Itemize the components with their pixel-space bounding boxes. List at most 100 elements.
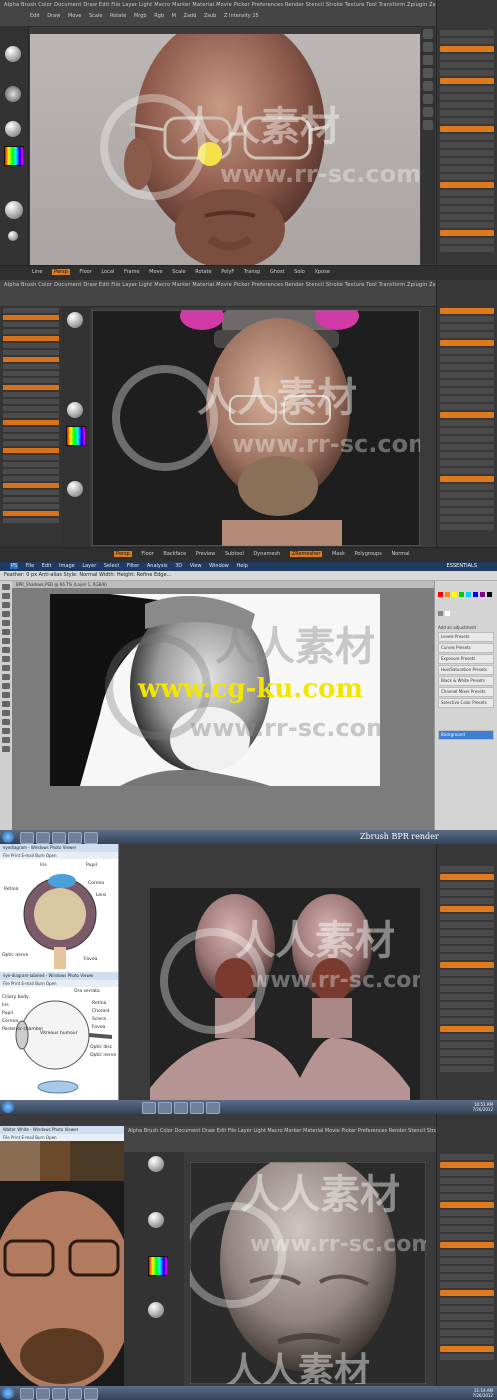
zbrush-viewport[interactable]: 人人素材 www.rr-sc.com	[92, 310, 420, 546]
z-intensity-slider[interactable]: Z Intensity 25	[224, 13, 259, 19]
material-sphere-icon[interactable]	[67, 481, 83, 497]
taskbar-app-icon[interactable]	[52, 1388, 66, 1400]
preview-button[interactable]: Preview	[196, 551, 215, 557]
shape-tool-icon[interactable]	[2, 728, 10, 734]
move-tool-icon[interactable]	[2, 584, 10, 590]
workspace-label[interactable]: ESSENTIALS	[447, 563, 477, 569]
photoshop-canvas[interactable]: 人人素材 www.cg-ku.com www.rr-sc.com	[50, 594, 380, 786]
taskbar-app-icon[interactable]	[84, 1388, 98, 1400]
options-text[interactable]: Feather: 0 px Anti-alias Style: Normal W…	[4, 572, 171, 578]
adjustment-preset[interactable]: Exposure Presets	[438, 654, 494, 664]
brush-icon[interactable]	[67, 312, 83, 328]
floor-button[interactable]: Floor	[79, 269, 91, 275]
rotate-view-button[interactable]: Rotate	[195, 269, 211, 275]
zsub-button[interactable]: Zsub	[204, 13, 216, 19]
line-button[interactable]: Line	[32, 269, 42, 275]
persp-button[interactable]: Persp	[114, 551, 132, 557]
taskbar-app-icon[interactable]	[174, 1102, 188, 1114]
menu-analysis[interactable]: Analysis	[147, 563, 168, 569]
draw-button[interactable]: Draw	[47, 13, 60, 19]
zremesher-button[interactable]: ZRemesher	[289, 551, 323, 557]
mrgb-button[interactable]: Mrgb	[134, 13, 147, 19]
move-button[interactable]: Move	[68, 13, 81, 19]
menu-window[interactable]: Window	[209, 563, 229, 569]
menu-help[interactable]: Help	[236, 563, 247, 569]
document-tab[interactable]: BPR_Shadows.PSD @ 66.7% (Layer 1, RGB/8)	[12, 581, 435, 588]
dynamesh-button[interactable]: Dynamesh	[253, 551, 280, 557]
viewer-title[interactable]: eye-diagram-labeled - Windows Photo View…	[0, 972, 118, 980]
menu-edit[interactable]: Edit	[42, 563, 52, 569]
menu-file[interactable]: File	[26, 563, 34, 569]
adjustment-preset[interactable]: Channel Mixer Presets	[438, 687, 494, 697]
color-picker-icon[interactable]	[4, 146, 24, 166]
material-icon[interactable]	[148, 1212, 164, 1228]
xpose-button[interactable]: Xpose	[314, 269, 329, 275]
adjustment-preset[interactable]: Levels Presets	[438, 632, 494, 642]
adjustment-preset[interactable]: Hue/Saturation Presets	[438, 665, 494, 675]
zbrush-menu-bar[interactable]: Alpha Brush Color Document Draw Edit Fil…	[4, 2, 448, 8]
persp-button[interactable]: Persp	[52, 269, 70, 275]
taskbar-app-icon[interactable]	[36, 832, 50, 844]
taskbar-app-icon[interactable]	[68, 832, 82, 844]
transp-button[interactable]: Transp	[244, 269, 260, 275]
menu-view[interactable]: View	[190, 563, 202, 569]
type-tool-icon[interactable]	[2, 710, 10, 716]
material-sphere-icon[interactable]	[8, 231, 18, 241]
brush-icon[interactable]	[5, 46, 21, 62]
stroke-icon[interactable]	[5, 86, 21, 102]
menu-3d[interactable]: 3D	[175, 563, 182, 569]
rotate-button[interactable]: Rotate	[110, 13, 126, 19]
viewer-menu[interactable]: File Print E-mail Burn Open	[0, 1134, 124, 1141]
polyf-button[interactable]: PolyF	[221, 269, 234, 275]
layer-row-background[interactable]: Background	[438, 730, 494, 740]
ghost-button[interactable]: Ghost	[270, 269, 285, 275]
stamp-tool-icon[interactable]	[2, 656, 10, 662]
adjustment-preset[interactable]: Curves Presets	[438, 643, 494, 653]
lasso-tool-icon[interactable]	[2, 602, 10, 608]
floor-button[interactable]: Floor	[141, 551, 153, 557]
gradient-tool-icon[interactable]	[2, 683, 10, 689]
move-view-button[interactable]: Move	[149, 269, 162, 275]
scale-button[interactable]: Scale	[89, 13, 102, 19]
taskbar-app-icon[interactable]	[142, 1102, 156, 1114]
taskbar-app-icon[interactable]	[206, 1102, 220, 1114]
m-button[interactable]: M	[172, 13, 176, 19]
material-sphere-icon[interactable]	[148, 1302, 164, 1318]
taskbar-clock[interactable]: 11:14 AM 7/26/2012	[472, 1388, 493, 1398]
solo-button[interactable]: Solo	[294, 269, 305, 275]
edit-button[interactable]: Edit	[30, 13, 40, 19]
pen-tool-icon[interactable]	[2, 701, 10, 707]
marquee-tool-icon[interactable]	[2, 593, 10, 599]
eraser-tool-icon[interactable]	[2, 674, 10, 680]
mask-button[interactable]: Mask	[332, 551, 345, 557]
menu-image[interactable]: Image	[59, 563, 75, 569]
menu-layer[interactable]: Layer	[82, 563, 96, 569]
dodge-tool-icon[interactable]	[2, 692, 10, 698]
start-button-icon[interactable]	[2, 1387, 14, 1399]
rgb-button[interactable]: Rgb	[154, 13, 164, 19]
brush-tool-icon[interactable]	[2, 647, 10, 653]
taskbar-app-icon[interactable]	[158, 1102, 172, 1114]
history-tool-icon[interactable]	[2, 665, 10, 671]
path-tool-icon[interactable]	[2, 719, 10, 725]
backface-button[interactable]: Backface	[163, 551, 186, 557]
zadd-button[interactable]: Zadd	[184, 13, 197, 19]
taskbar-app-icon[interactable]	[52, 832, 66, 844]
material-sphere-icon[interactable]	[5, 201, 23, 219]
material-icon[interactable]	[67, 402, 83, 418]
taskbar-app-icon[interactable]	[20, 1388, 34, 1400]
viewer-menu[interactable]: File Print E-mail Burn Open	[0, 852, 118, 859]
zbrush-viewport[interactable]: 人人素材 www.rr-sc.com	[30, 34, 420, 266]
start-button-icon[interactable]	[2, 831, 14, 843]
local-button[interactable]: Local	[101, 269, 114, 275]
normal-button[interactable]: Normal	[391, 551, 409, 557]
taskbar-app-icon[interactable]	[20, 832, 34, 844]
taskbar-app-icon[interactable]	[36, 1388, 50, 1400]
viewer-title[interactable]: Walter White - Windows Photo Viewer	[0, 1126, 124, 1134]
viewer-menu[interactable]: File Print E-mail Burn Open	[0, 980, 118, 987]
hand-tool-icon[interactable]	[2, 737, 10, 743]
viewer-title[interactable]: eyediagram - Windows Photo Viewer	[0, 844, 118, 852]
subtool-button[interactable]: Subtool	[225, 551, 244, 557]
zoom-tool-icon[interactable]	[2, 746, 10, 752]
material-icon[interactable]	[5, 121, 21, 137]
